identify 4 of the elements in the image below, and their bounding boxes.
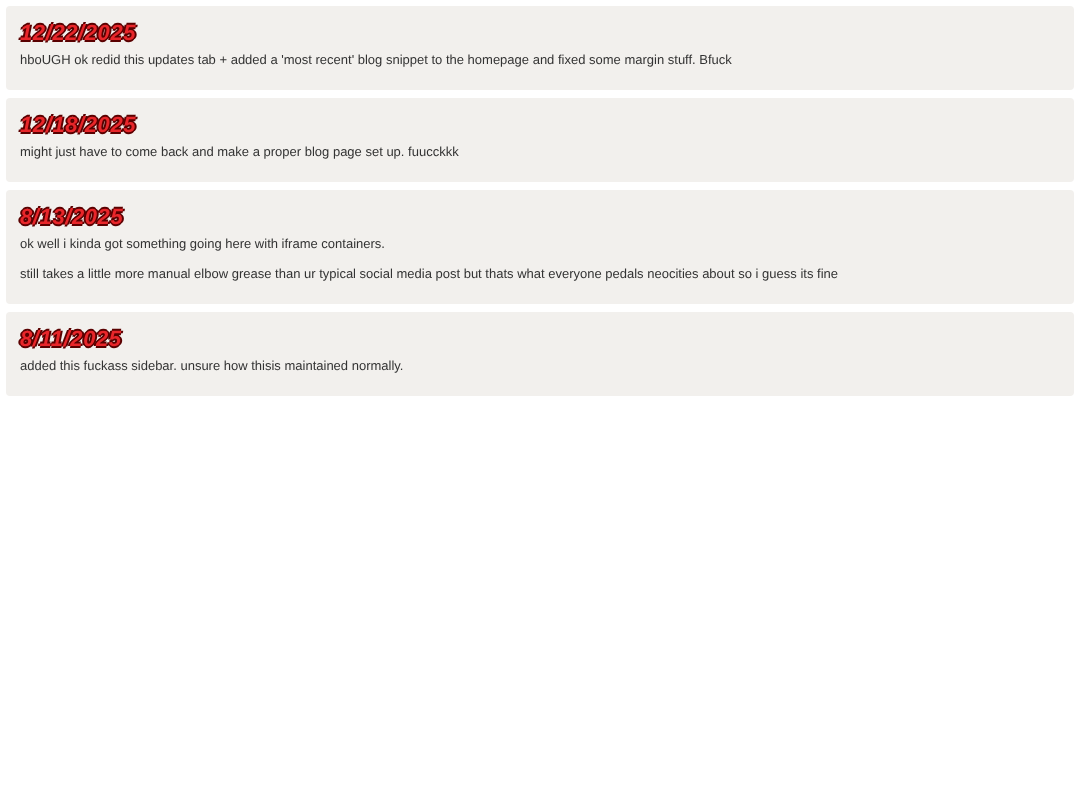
post-date: 8/13/2025	[20, 206, 124, 230]
post-date: 12/22/2025	[20, 22, 137, 46]
post-date: 12/18/2025	[20, 114, 137, 138]
post-date: 8/11/2025	[20, 328, 122, 352]
